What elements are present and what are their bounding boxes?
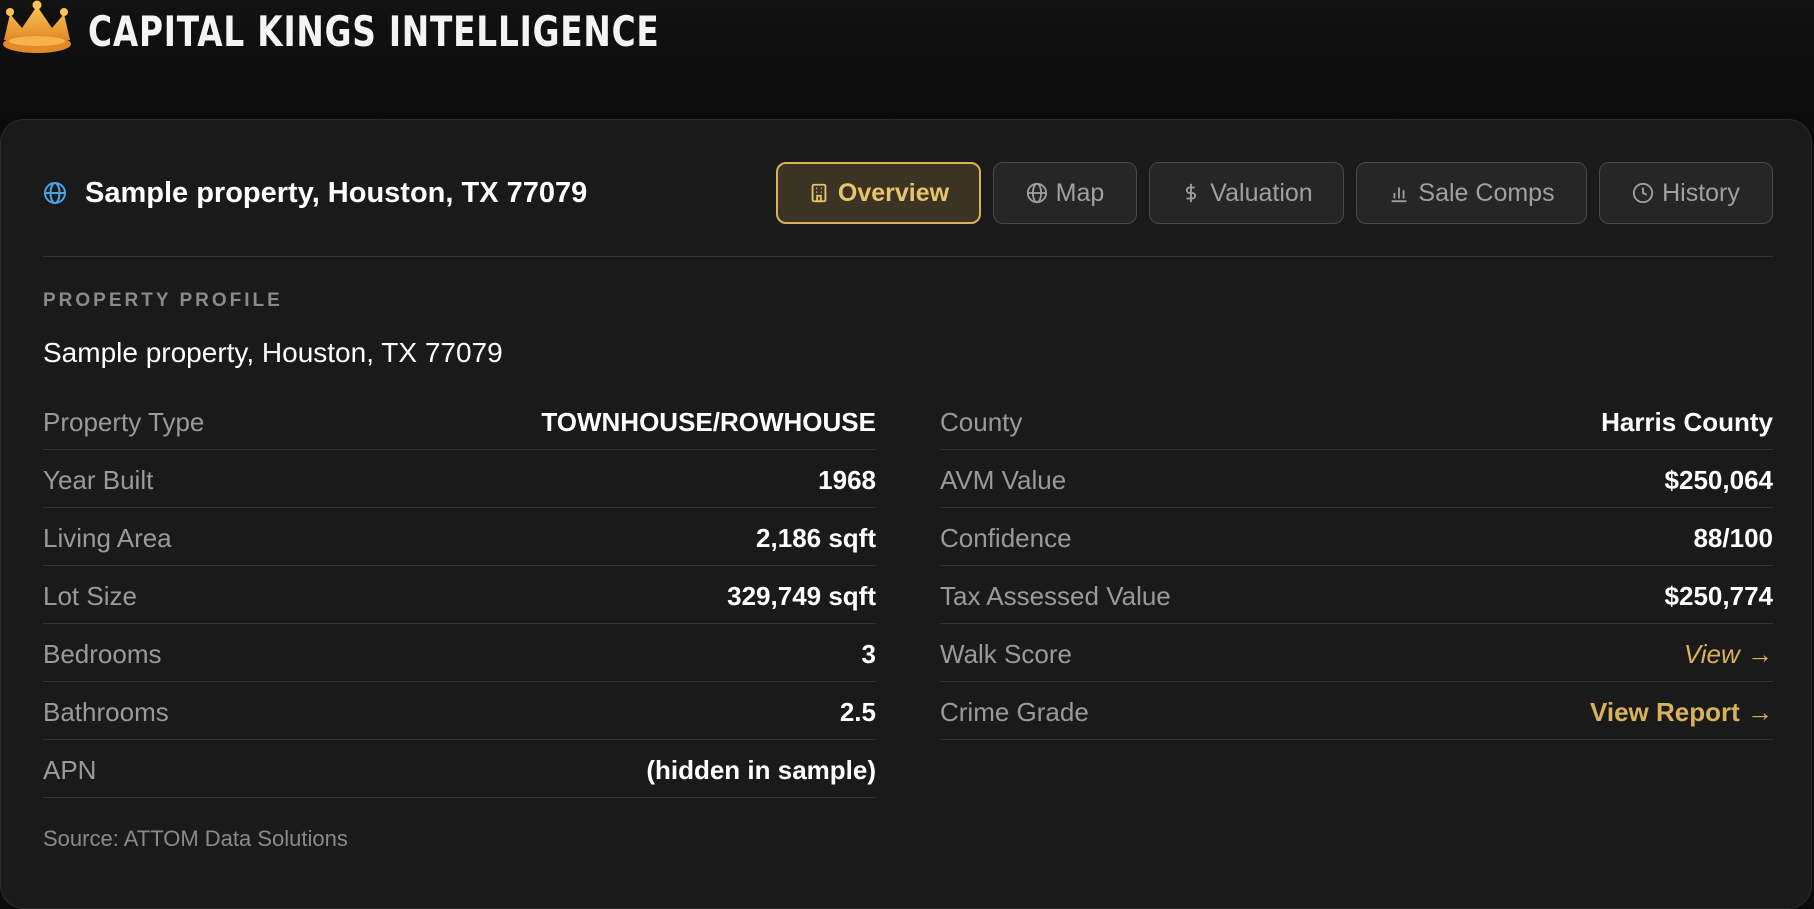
tab-valuation-label: Valuation bbox=[1210, 178, 1313, 207]
detail-label: Year Built bbox=[43, 464, 154, 495]
tab-map[interactable]: Map bbox=[993, 162, 1137, 224]
detail-row-lot-size: Lot Size 329,749 sqft bbox=[43, 567, 876, 624]
crown-icon bbox=[3, 0, 71, 53]
detail-label: Bedrooms bbox=[43, 638, 162, 669]
tab-bar: Overview Map Valuation Sale Comps Histor… bbox=[764, 162, 1773, 224]
tab-map-label: Map bbox=[1055, 178, 1105, 207]
detail-label: Living Area bbox=[43, 522, 172, 553]
detail-row-living-area: Living Area 2,186 sqft bbox=[43, 509, 876, 566]
detail-row-confidence: Confidence 88/100 bbox=[940, 509, 1773, 566]
tab-overview-label: Overview bbox=[837, 178, 950, 207]
bar-chart-icon bbox=[1392, 187, 1407, 203]
globe-icon bbox=[44, 182, 66, 204]
detail-row-bedrooms: Bedrooms 3 bbox=[43, 625, 876, 682]
profile-address: Sample property, Houston, TX 77079 bbox=[43, 337, 503, 368]
dollar-icon bbox=[1186, 183, 1197, 203]
detail-row-bathrooms: Bathrooms 2.5 bbox=[43, 683, 876, 740]
detail-label: County bbox=[940, 406, 1023, 437]
detail-row-apn: APN (hidden in sample) bbox=[43, 741, 876, 798]
detail-row-tax-assessed-value: Tax Assessed Value $250,774 bbox=[940, 567, 1773, 624]
details-left-column: Property Type TOWNHOUSE/ROWHOUSE Year Bu… bbox=[43, 393, 876, 799]
detail-value: 3 bbox=[861, 638, 876, 669]
property-card: Sample property, Houston, TX 77079 Overv… bbox=[0, 119, 1812, 909]
detail-label: Confidence bbox=[940, 522, 1072, 553]
tab-history[interactable]: History bbox=[1599, 162, 1773, 224]
details-right-column: County Harris County AVM Value $250,064 … bbox=[940, 393, 1773, 741]
crime-report-link[interactable]: View Report → bbox=[1590, 697, 1773, 728]
detail-value: 88/100 bbox=[1693, 522, 1773, 553]
header-divider bbox=[43, 256, 1773, 257]
detail-value: 2.5 bbox=[839, 696, 876, 727]
property-address-heading: Sample property, Houston, TX 77079 bbox=[85, 176, 588, 209]
detail-row-avm-value: AVM Value $250,064 bbox=[940, 451, 1773, 508]
detail-value: Harris County bbox=[1601, 406, 1773, 437]
clock-icon bbox=[1633, 182, 1654, 204]
tab-valuation[interactable]: Valuation bbox=[1149, 162, 1344, 224]
detail-label: AVM Value bbox=[940, 464, 1067, 495]
globe-icon bbox=[1026, 182, 1047, 204]
tab-history-label: History bbox=[1662, 178, 1740, 207]
building-icon bbox=[811, 183, 827, 203]
detail-row-year-built: Year Built 1968 bbox=[43, 451, 876, 508]
section-label: PROPERTY PROFILE bbox=[43, 290, 283, 311]
detail-label: APN bbox=[43, 754, 97, 785]
detail-value: 2,186 sqft bbox=[756, 522, 876, 553]
detail-row-county: County Harris County bbox=[940, 393, 1773, 450]
detail-row-property-type: Property Type TOWNHOUSE/ROWHOUSE bbox=[43, 393, 876, 450]
detail-label: Bathrooms bbox=[43, 696, 169, 727]
data-source-note: Source: ATTOM Data Solutions bbox=[43, 826, 348, 851]
property-title: Sample property, Houston, TX 77079 bbox=[43, 162, 587, 224]
walk-score-link[interactable]: View → bbox=[1684, 639, 1773, 670]
tab-sale-comps-label: Sale Comps bbox=[1418, 178, 1555, 207]
tab-sale-comps[interactable]: Sale Comps bbox=[1356, 162, 1587, 224]
detail-label: Walk Score bbox=[940, 638, 1072, 669]
detail-label: Property Type bbox=[43, 406, 205, 437]
detail-value: (hidden in sample) bbox=[646, 754, 876, 785]
brand[interactable]: CAPITAL KINGS INTELLIGENCE bbox=[0, 0, 821, 64]
detail-value: $250,774 bbox=[1664, 580, 1773, 611]
detail-label: Tax Assessed Value bbox=[940, 580, 1171, 611]
detail-value: 329,749 sqft bbox=[727, 580, 876, 611]
detail-value: $250,064 bbox=[1664, 464, 1773, 495]
detail-value: 1968 bbox=[818, 464, 876, 495]
top-bar: CAPITAL KINGS INTELLIGENCE bbox=[0, 0, 1814, 120]
detail-label: Crime Grade bbox=[940, 696, 1089, 727]
detail-row-walk-score: Walk Score View → bbox=[940, 625, 1773, 682]
card-header: Sample property, Houston, TX 77079 Overv… bbox=[43, 162, 1773, 224]
detail-label: Lot Size bbox=[43, 580, 137, 611]
detail-value: TOWNHOUSE/ROWHOUSE bbox=[541, 406, 876, 437]
detail-row-crime-grade: Crime Grade View Report → bbox=[940, 683, 1773, 740]
tab-overview[interactable]: Overview bbox=[776, 162, 981, 224]
brand-title: CAPITAL KINGS INTELLIGENCE bbox=[88, 6, 660, 56]
